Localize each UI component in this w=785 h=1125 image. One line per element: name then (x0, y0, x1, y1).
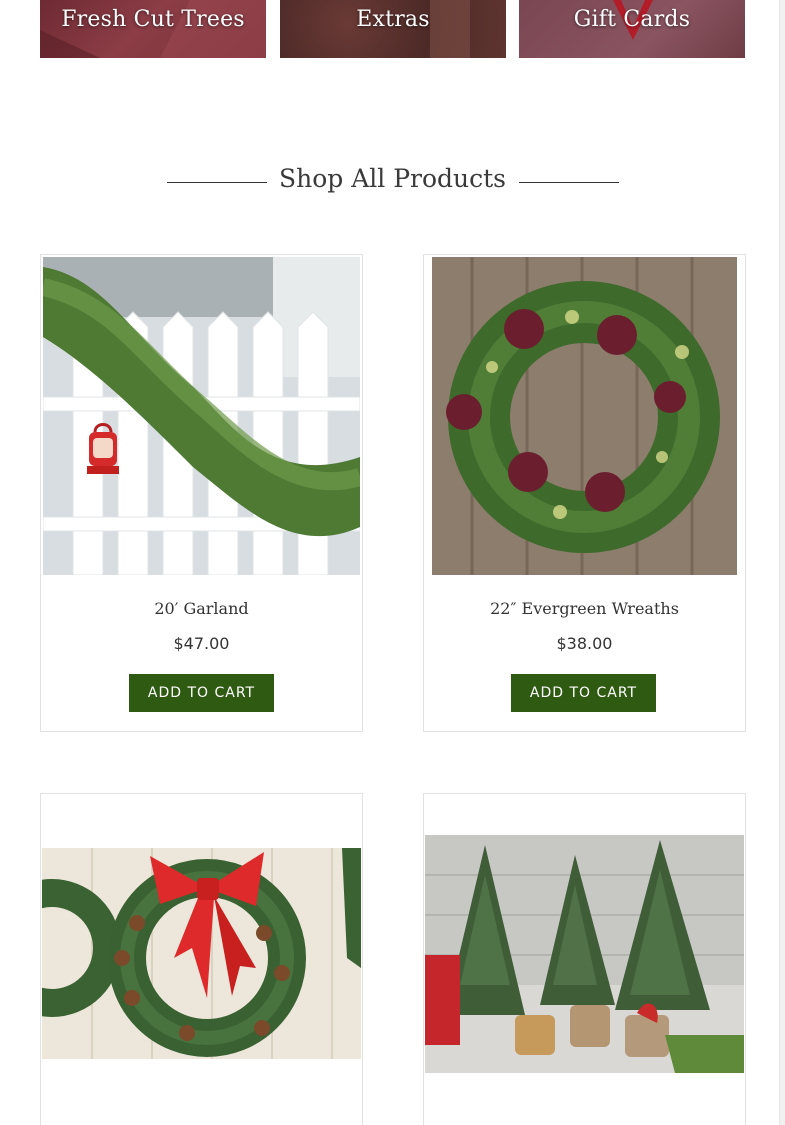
product-image-wreath-red-bow[interactable] (42, 848, 361, 1059)
add-to-cart-button[interactable]: ADD TO CART (129, 674, 274, 712)
product-image-evergreen-wreath[interactable] (432, 257, 737, 575)
product-card: 20′ Garland $47.00 ADD TO CART (40, 254, 363, 732)
category-fresh-cut-trees[interactable]: Fresh Cut Trees (40, 0, 266, 58)
product-card (40, 793, 363, 1125)
product-name[interactable]: 22″ Evergreen Wreaths (424, 599, 745, 618)
category-label: Extras (356, 6, 430, 32)
extras-photo (430, 0, 470, 58)
category-label: Gift Cards (573, 6, 691, 32)
product-image-potted-trees[interactable] (425, 835, 744, 1073)
category-extras[interactable]: Extras (280, 0, 506, 58)
product-price: $38.00 (556, 634, 613, 653)
product-card (423, 793, 746, 1125)
product-price: $47.00 (173, 634, 230, 653)
category-label: Fresh Cut Trees (61, 6, 245, 32)
product-image-garland[interactable] (43, 257, 360, 575)
add-to-cart-button[interactable]: ADD TO CART (511, 674, 656, 712)
divider (519, 182, 619, 183)
product-card: 22″ Evergreen Wreaths $38.00 ADD TO CART (423, 254, 746, 732)
category-gift-cards[interactable]: Gift Cards (519, 0, 745, 58)
divider (167, 182, 267, 183)
product-name[interactable]: 20′ Garland (41, 599, 362, 618)
section-header: Shop All Products (0, 164, 785, 193)
section-title: Shop All Products (278, 164, 507, 193)
